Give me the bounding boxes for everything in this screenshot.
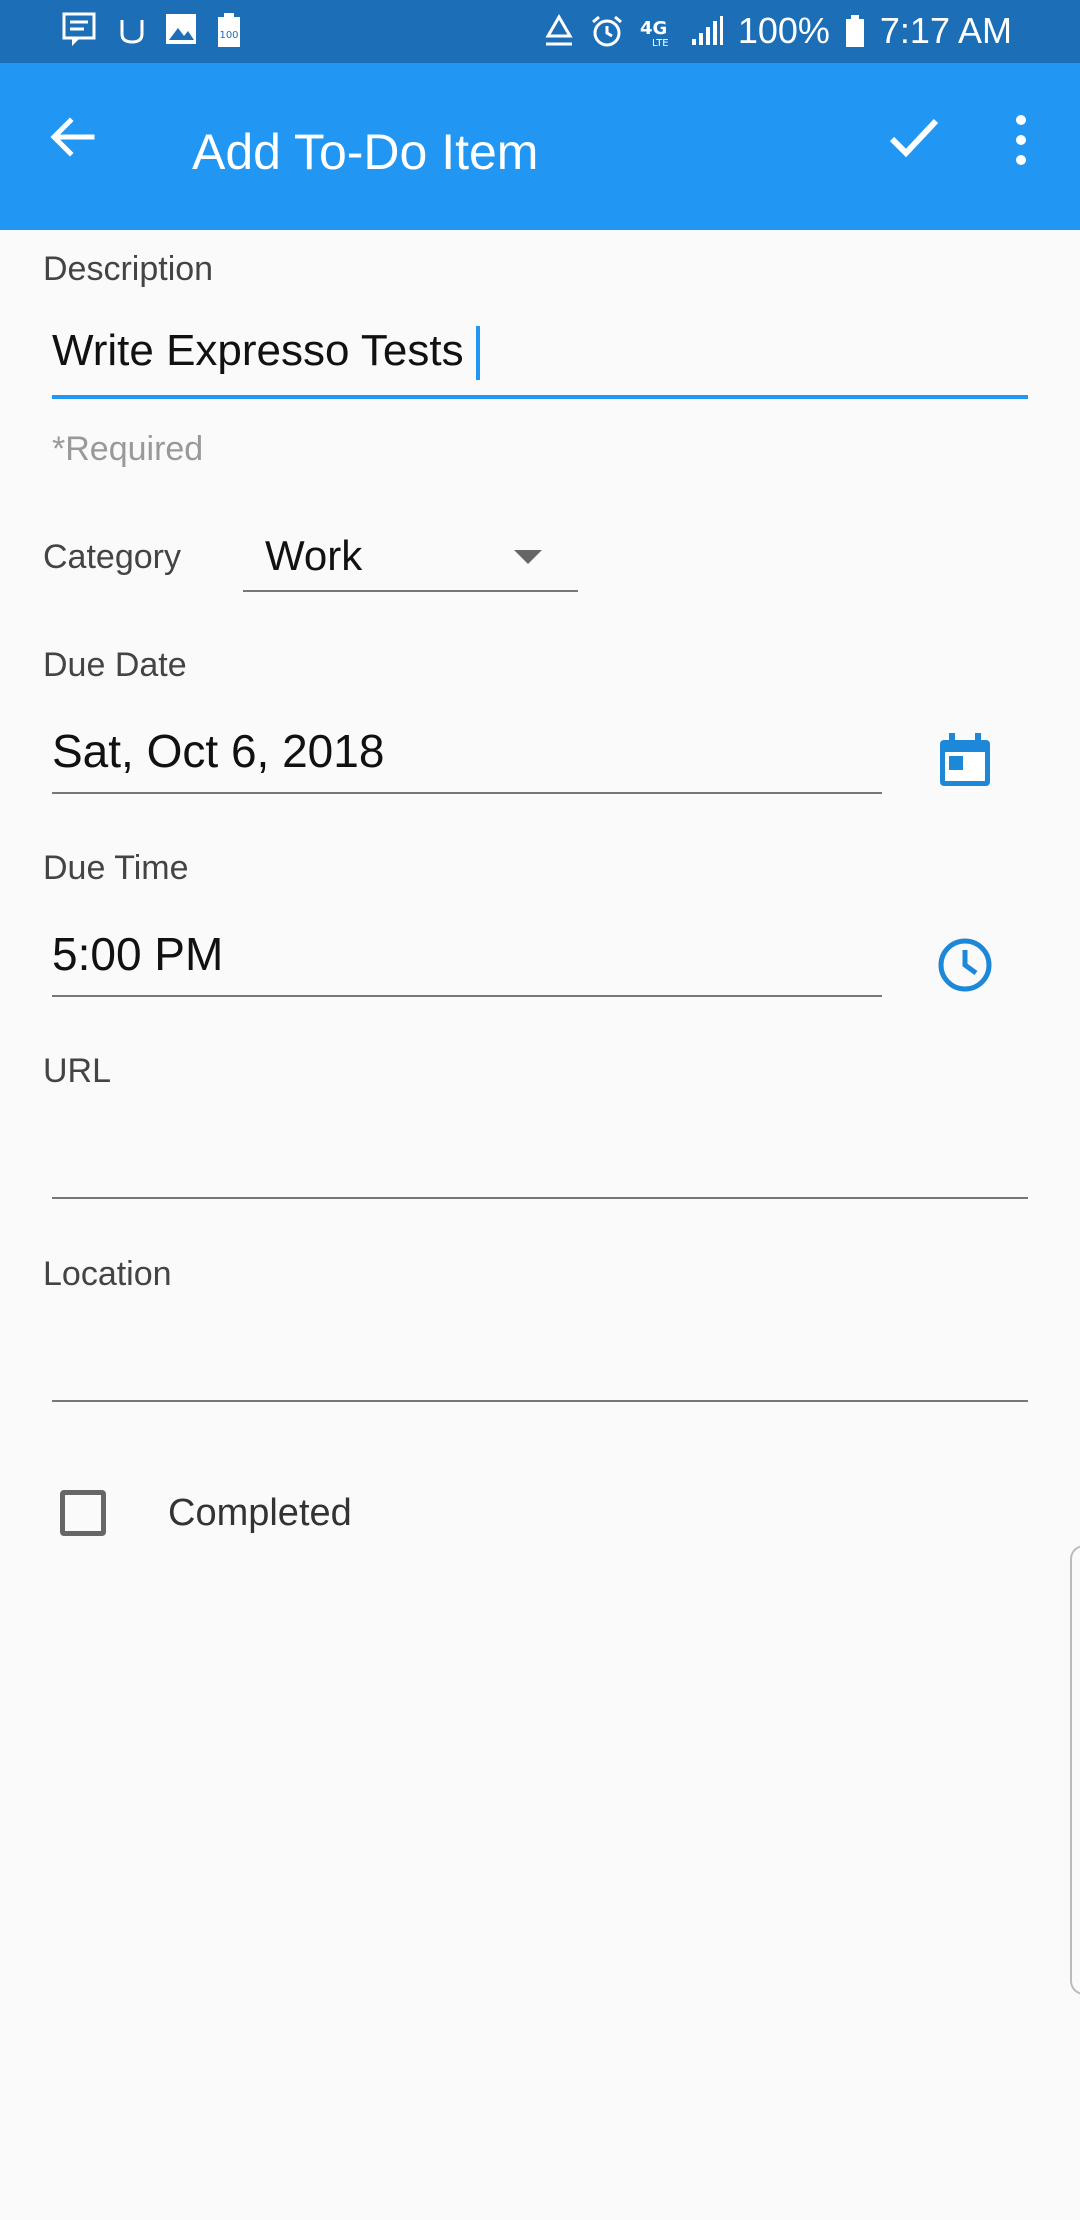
svg-text:100: 100 [219, 30, 238, 41]
due-date-label: Due Date [43, 646, 187, 684]
location-label: Location [43, 1255, 172, 1293]
dropdown-arrow-icon [514, 550, 542, 564]
due-date-underline [52, 792, 882, 794]
description-underline [52, 395, 1028, 399]
clock-icon[interactable] [935, 935, 995, 995]
chat-icon [62, 12, 96, 46]
svg-text:LTE: LTE [652, 38, 669, 48]
completed-checkbox[interactable] [60, 1490, 106, 1536]
app-bar: Add To-Do Item [0, 63, 1080, 230]
page-title: Add To-Do Item [192, 124, 539, 180]
udacity-icon [120, 20, 144, 44]
status-bar: 100 4G LTE 100% 7:17 AM [0, 0, 1080, 63]
edge-panel-handle[interactable] [1070, 1545, 1080, 1995]
url-input[interactable] [52, 1128, 1028, 1192]
location-input[interactable] [52, 1330, 1028, 1394]
overflow-menu-icon[interactable] [1006, 113, 1036, 167]
clock-time: 7:17 AM [879, 10, 1012, 51]
category-underline [243, 590, 578, 592]
battery-percent: 100% [737, 10, 830, 51]
due-time-label: Due Time [43, 849, 189, 887]
4g-lte-icon: 4G LTE [640, 18, 669, 48]
image-icon [166, 14, 196, 44]
alarm-icon [591, 15, 622, 47]
battery-icon [845, 15, 864, 47]
calendar-icon[interactable] [935, 730, 995, 790]
completed-label[interactable]: Completed [168, 1492, 352, 1535]
due-time-field[interactable]: 5:00 PM [52, 927, 223, 981]
save-check-icon[interactable] [884, 107, 944, 167]
category-selected: Work [265, 532, 363, 579]
network-type-label: 4G [640, 18, 667, 39]
battery-100-icon: 100 [218, 13, 240, 47]
due-time-underline [52, 995, 882, 997]
notification-icons: 100 [62, 12, 242, 48]
back-arrow-icon[interactable] [46, 109, 102, 165]
description-input[interactable]: Write Expresso Tests [52, 326, 480, 381]
signal-icon [691, 16, 723, 45]
category-dropdown[interactable]: Work [243, 520, 578, 592]
system-status: 4G LTE 100% 7:17 AM [542, 10, 1012, 52]
text-cursor [475, 326, 480, 381]
url-label: URL [43, 1052, 112, 1090]
location-underline [52, 1400, 1028, 1402]
description-value: Write Expresso Tests [52, 326, 464, 375]
recycle-icon [545, 14, 573, 46]
required-hint: *Required [52, 430, 204, 468]
category-label: Category [43, 538, 181, 576]
due-date-field[interactable]: Sat, Oct 6, 2018 [52, 724, 384, 778]
url-underline [52, 1197, 1028, 1199]
description-label: Description [43, 250, 214, 288]
